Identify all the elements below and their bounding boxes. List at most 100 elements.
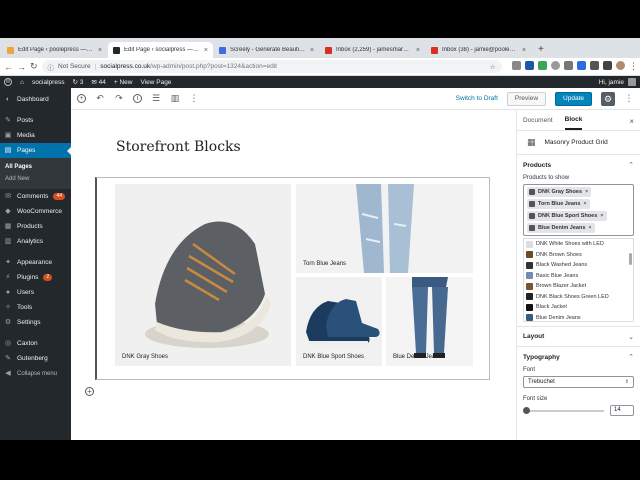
suggestion-item[interactable]: DNK White Shoes with LED xyxy=(524,239,633,250)
comments-icon[interactable]: ✉ 44 xyxy=(91,78,106,86)
remove-icon[interactable]: × xyxy=(585,189,588,195)
suggestion-item[interactable]: Black Washed Jeans xyxy=(524,260,633,271)
extension-icon[interactable] xyxy=(511,61,521,70)
preview-button[interactable]: Preview xyxy=(506,91,547,106)
sidebar-item-pages[interactable]: ▤ Pages xyxy=(0,143,71,158)
collapse-menu[interactable]: ◀ Collapse menu xyxy=(0,366,71,381)
block-type-icon[interactable]: ▥ xyxy=(170,93,180,104)
remove-icon[interactable]: × xyxy=(600,213,603,219)
close-icon[interactable]: × xyxy=(416,47,420,54)
add-block-icon[interactable]: + xyxy=(77,94,86,103)
close-icon[interactable]: × xyxy=(204,47,208,54)
page-title[interactable]: Storefront Blocks xyxy=(116,139,241,155)
avatar[interactable] xyxy=(628,78,636,86)
close-icon[interactable]: × xyxy=(629,117,634,126)
forward-icon[interactable]: → xyxy=(17,62,26,72)
suggestion-item[interactable]: Basic Blue Jeans xyxy=(524,271,633,282)
sidebar-item-posts[interactable]: ✎ Posts xyxy=(0,113,71,128)
typography-panel-header[interactable]: Typography ⌃ xyxy=(517,347,640,367)
tab-document[interactable]: Document xyxy=(523,111,553,130)
product-token[interactable]: DNK Blue Sport Shoes × xyxy=(527,211,607,221)
browser-tab-5[interactable]: Inbox (38) - jamie@poolepress × xyxy=(426,42,531,58)
suggestion-item[interactable]: Black Jacket xyxy=(524,302,633,313)
suggestion-item[interactable]: Blue Denim Jeans xyxy=(524,313,633,321)
suggestion-item[interactable]: DNK Black Shoes Green LED xyxy=(524,292,633,303)
new-tab-button[interactable]: + xyxy=(532,42,550,58)
outline-icon[interactable]: ☰ xyxy=(151,93,161,104)
reload-icon[interactable]: ↻ xyxy=(30,61,38,72)
submenu-all-pages[interactable]: All Pages xyxy=(0,161,71,173)
font-select[interactable]: Trebuchet ⇕ xyxy=(523,376,634,388)
product-tile[interactable]: Torn Blue Jeans xyxy=(296,184,473,273)
extension-icon[interactable] xyxy=(602,61,612,70)
extension-icon[interactable] xyxy=(550,61,560,70)
sidebar-item-appearance[interactable]: ✦ Appearance xyxy=(0,255,71,270)
sidebar-item-products[interactable]: ▦ Products xyxy=(0,219,71,234)
settings-gear-icon[interactable]: ⚙ xyxy=(601,91,615,106)
sidebar-item-tools[interactable]: ✧ Tools xyxy=(0,300,71,315)
sidebar-item-plugins[interactable]: ⚡ Plugins 2 xyxy=(0,270,71,285)
greeting[interactable]: Hi, jamie xyxy=(599,79,624,86)
sidebar-item-users[interactable]: ● Users xyxy=(0,285,71,300)
info-icon[interactable]: ⓘ xyxy=(48,62,55,72)
remove-icon[interactable]: × xyxy=(583,201,586,207)
extension-icon[interactable] xyxy=(537,61,547,70)
product-token[interactable]: Torn Blue Jeans × xyxy=(527,199,590,209)
more-menu-icon[interactable]: ⋮ xyxy=(624,93,634,104)
back-icon[interactable]: ← xyxy=(4,62,13,72)
more-options-icon[interactable]: ⋮ xyxy=(189,93,199,104)
suggestion-item[interactable]: DNK Brown Shoes xyxy=(524,250,633,261)
tab-block[interactable]: Block xyxy=(564,111,583,130)
browser-tab-2[interactable]: Edit Page ‹ socialpress — Wo × xyxy=(108,42,213,58)
extension-icon[interactable] xyxy=(563,61,573,70)
sidebar-item-analytics[interactable]: ▥ Analytics xyxy=(0,234,71,249)
remove-icon[interactable]: × xyxy=(588,225,591,231)
sidebar-item-gutenberg[interactable]: ✎ Gutenberg xyxy=(0,351,71,366)
view-page-link[interactable]: View Page xyxy=(140,79,171,86)
extension-icon[interactable] xyxy=(589,61,599,70)
sidebar-item-media[interactable]: ▣ Media xyxy=(0,128,71,143)
url-bar[interactable]: ⓘ Not Secure | socialpress.co.uk/wp-admi… xyxy=(41,60,502,73)
product-token[interactable]: Blue Denim Jeans × xyxy=(527,223,595,233)
submenu-add-new[interactable]: Add New xyxy=(0,173,71,185)
new-content[interactable]: + New xyxy=(114,79,133,86)
info-icon[interactable]: i xyxy=(133,94,142,103)
sidebar-item-settings[interactable]: ⚙ Settings xyxy=(0,315,71,330)
update-button[interactable]: Update xyxy=(555,91,592,106)
suggestions-scrollbar[interactable] xyxy=(629,253,632,265)
layout-panel-header[interactable]: Layout ⌄ xyxy=(517,327,640,347)
updates-icon[interactable]: ↻ 3 xyxy=(72,78,83,86)
product-token[interactable]: DNK Gray Shoes × xyxy=(527,187,592,197)
close-icon[interactable]: × xyxy=(310,47,314,54)
masonry-product-grid[interactable]: DNK Gray Shoes Torn Blue Jeans DNK Blue … xyxy=(95,177,490,380)
products-token-field[interactable]: DNK Gray Shoes × Torn Blue Jeans × DNK Blu… xyxy=(523,184,634,236)
product-tile[interactable]: DNK Blue Sport Shoes xyxy=(296,277,382,366)
font-size-input[interactable]: 14 xyxy=(610,405,634,416)
menu-dots-icon[interactable]: ⋮ xyxy=(629,61,639,72)
switch-to-draft-link[interactable]: Switch to Draft xyxy=(456,95,498,102)
sidebar-item-comments[interactable]: ✉ Comments 44 xyxy=(0,189,71,204)
undo-icon[interactable]: ↶ xyxy=(95,93,105,104)
font-size-slider[interactable] xyxy=(523,406,604,414)
sidebar-item-dashboard[interactable]: ◐ Dashboard xyxy=(0,92,71,107)
product-tile[interactable]: Blue Denim Jeans xyxy=(386,277,473,366)
browser-tab-1[interactable]: Edit Page ‹ poolepress — Wo × xyxy=(2,42,107,58)
star-icon[interactable]: ☆ xyxy=(490,63,496,71)
home-icon[interactable]: ⌂ xyxy=(20,79,24,86)
browser-tab-3[interactable]: Screely - Generate Beautiful M × xyxy=(214,42,319,58)
site-name[interactable]: socialpress xyxy=(32,79,65,86)
products-panel-header[interactable]: Products ⌃ xyxy=(517,155,640,175)
redo-icon[interactable]: ↷ xyxy=(114,93,124,104)
extension-icon[interactable] xyxy=(524,61,534,70)
slider-handle[interactable] xyxy=(523,406,530,414)
browser-tab-4[interactable]: Inbox (2,259) - jamesmarsland × xyxy=(320,42,425,58)
close-icon[interactable]: × xyxy=(98,47,102,54)
close-icon[interactable]: × xyxy=(522,47,526,54)
wordpress-logo-icon[interactable]: W xyxy=(4,78,12,86)
sidebar-item-woocommerce[interactable]: ◆ WooCommerce xyxy=(0,204,71,219)
extension-icon[interactable] xyxy=(576,61,586,70)
suggestion-item[interactable]: Brown Blazer Jacket xyxy=(524,281,633,292)
sidebar-item-caxton[interactable]: ◎ Caxton xyxy=(0,336,71,351)
product-tile[interactable]: DNK Gray Shoes xyxy=(115,184,291,366)
add-block-button[interactable]: + xyxy=(85,387,94,396)
